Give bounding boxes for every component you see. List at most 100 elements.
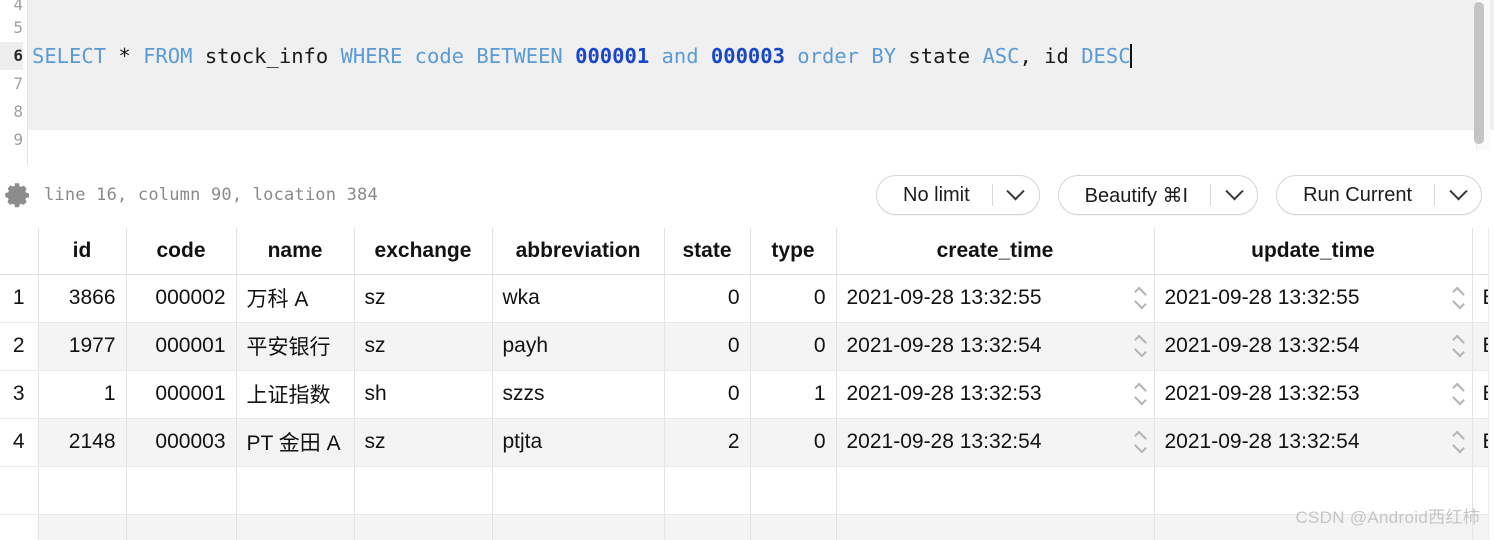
cell-exchange[interactable]: sh [354, 370, 493, 419]
line-number-9: 9 [13, 130, 23, 149]
empty-cell[interactable] [354, 514, 493, 540]
empty-cell[interactable] [836, 514, 1155, 540]
row-limit-button[interactable]: No limit [876, 175, 1040, 215]
row-number[interactable]: 1 [0, 274, 39, 323]
cell-type[interactable]: 0 [750, 418, 837, 467]
empty-cell[interactable] [236, 466, 355, 515]
cell-state[interactable]: 2 [664, 418, 751, 467]
empty-cell[interactable] [0, 466, 39, 515]
empty-cell[interactable] [0, 514, 39, 540]
empty-cell[interactable] [1154, 466, 1473, 515]
empty-cell[interactable] [1154, 514, 1473, 540]
row-number[interactable]: 3 [0, 370, 39, 419]
column-header-update-time[interactable]: update_time [1154, 228, 1473, 275]
cell-exchange[interactable]: sz [354, 418, 493, 467]
column-header-abbreviation[interactable]: abbreviation [492, 228, 665, 275]
cell-exchange[interactable]: sz [354, 274, 493, 323]
cell-code[interactable]: 000002 [126, 274, 237, 323]
editor-code-area[interactable]: SELECT * FROM stock_info WHERE code BETW… [28, 0, 1494, 130]
cell-state[interactable]: 0 [664, 322, 751, 371]
table-row[interactable]: 1 3866 000002 万科 Asz wka 0 0 2021-09-28 13:32:5… [0, 274, 1494, 323]
table-row[interactable]: 2 1977 000001 平安银行 sz payh 0 0 2021-09-28 13:32:… [0, 322, 1494, 371]
table-row[interactable]: 3 1 000001 上证指数 sh szzs 0 1 2021-09-28 13:32:53 2… [0, 370, 1494, 419]
cell-name[interactable]: 上证指数 [236, 370, 355, 419]
stepper-icon[interactable] [1451, 334, 1465, 358]
table-row[interactable]: 4 2148 000003 PT 金田 Asz ptjta 2 0 2021-09-28 13… [0, 418, 1494, 467]
stepper-icon[interactable] [1451, 286, 1465, 310]
row-number[interactable]: 2 [0, 322, 39, 371]
editor-vertical-scrollbar[interactable] [1474, 0, 1490, 150]
empty-cell[interactable] [664, 466, 751, 515]
column-header-state[interactable]: state [664, 228, 751, 275]
empty-cell[interactable] [126, 466, 237, 515]
cell-update-time[interactable]: 2021-09-28 13:32:54 [1154, 418, 1473, 467]
chevron-down-icon[interactable] [993, 176, 1039, 214]
empty-cell[interactable] [38, 466, 127, 515]
stepper-icon[interactable] [1133, 334, 1147, 358]
empty-cell[interactable] [664, 514, 751, 540]
chevron-down-icon[interactable] [1435, 176, 1481, 214]
empty-cell[interactable] [750, 514, 837, 540]
empty-cell[interactable] [354, 466, 493, 515]
cell-code[interactable]: 000003 [126, 418, 237, 467]
cell-exchange[interactable]: sz [354, 322, 493, 371]
column-header-create-time[interactable]: create_time [836, 228, 1155, 275]
empty-cell[interactable] [492, 466, 665, 515]
cell-name[interactable]: 平安银行 [236, 322, 355, 371]
stepper-icon[interactable] [1451, 430, 1465, 454]
empty-cell[interactable] [750, 466, 837, 515]
query-results-grid[interactable]: id code name exchange abbreviation state… [0, 228, 1494, 540]
cell-create-time[interactable]: 2021-09-28 13:32:55 [836, 274, 1155, 323]
cell-code[interactable]: 000001 [126, 370, 237, 419]
cell-state[interactable]: 0 [664, 274, 751, 323]
column-header-type[interactable]: type [750, 228, 837, 275]
empty-cell[interactable] [836, 466, 1155, 515]
cell-name[interactable]: 万科 A [236, 274, 355, 323]
run-current-label: Run Current [1303, 183, 1412, 206]
chevron-down-icon[interactable] [1211, 176, 1257, 214]
cell-id[interactable]: 3866 [38, 274, 127, 323]
cell-abbreviation[interactable]: ptjta [492, 418, 665, 467]
cell-abbreviation[interactable]: wka [492, 274, 665, 323]
stepper-icon[interactable] [1133, 430, 1147, 454]
cell-state[interactable]: 0 [664, 370, 751, 419]
cell-abbreviation[interactable]: payh [492, 322, 665, 371]
cell-id[interactable]: 1 [38, 370, 127, 419]
stepper-icon[interactable] [1133, 382, 1147, 406]
cell-name[interactable]: PT 金田 A [236, 418, 355, 467]
empty-table-row[interactable] [0, 466, 1494, 515]
run-current-button[interactable]: Run Current [1276, 175, 1482, 215]
empty-cell[interactable] [236, 514, 355, 540]
cell-update-time[interactable]: 2021-09-28 13:32:53 [1154, 370, 1473, 419]
cell-code[interactable]: 000001 [126, 322, 237, 371]
stepper-icon[interactable] [1451, 382, 1465, 406]
cell-type[interactable]: 0 [750, 274, 837, 323]
cell-type[interactable]: 1 [750, 370, 837, 419]
column-header-exchange[interactable]: exchange [354, 228, 493, 275]
cell-type[interactable]: 0 [750, 322, 837, 371]
gear-icon[interactable] [4, 182, 30, 208]
sql-statement-line[interactable]: SELECT * FROM stock_info WHERE code BETW… [32, 42, 1132, 70]
row-limit-label: No limit [903, 183, 970, 206]
cell-create-time[interactable]: 2021-09-28 13:32:54 [836, 322, 1155, 371]
editor-scrollbar-thumb[interactable] [1474, 2, 1484, 144]
column-header-code[interactable]: code [126, 228, 237, 275]
cell-abbreviation[interactable]: szzs [492, 370, 665, 419]
cell-update-time[interactable]: 2021-09-28 13:32:55 [1154, 274, 1473, 323]
cell-id[interactable]: 2148 [38, 418, 127, 467]
empty-table-row[interactable] [0, 514, 1494, 540]
empty-cell[interactable] [492, 514, 665, 540]
beautify-button[interactable]: Beautify ⌘I [1057, 175, 1259, 215]
stepper-icon[interactable] [1133, 286, 1147, 310]
column-header-id[interactable]: id [38, 228, 127, 275]
sql-editor[interactable]: 4 5 6 7 8 9 SELECT * FROM stock_info WHERE co… [0, 0, 1494, 165]
empty-cell[interactable] [126, 514, 237, 540]
column-header-name[interactable]: name [236, 228, 355, 275]
cell-id[interactable]: 1977 [38, 322, 127, 371]
cell-update-time[interactable]: 2021-09-28 13:32:54 [1154, 322, 1473, 371]
row-number[interactable]: 4 [0, 418, 39, 467]
empty-cell[interactable] [38, 514, 127, 540]
cell-create-time[interactable]: 2021-09-28 13:32:53 [836, 370, 1155, 419]
cell-create-time[interactable]: 2021-09-28 13:32:54 [836, 418, 1155, 467]
